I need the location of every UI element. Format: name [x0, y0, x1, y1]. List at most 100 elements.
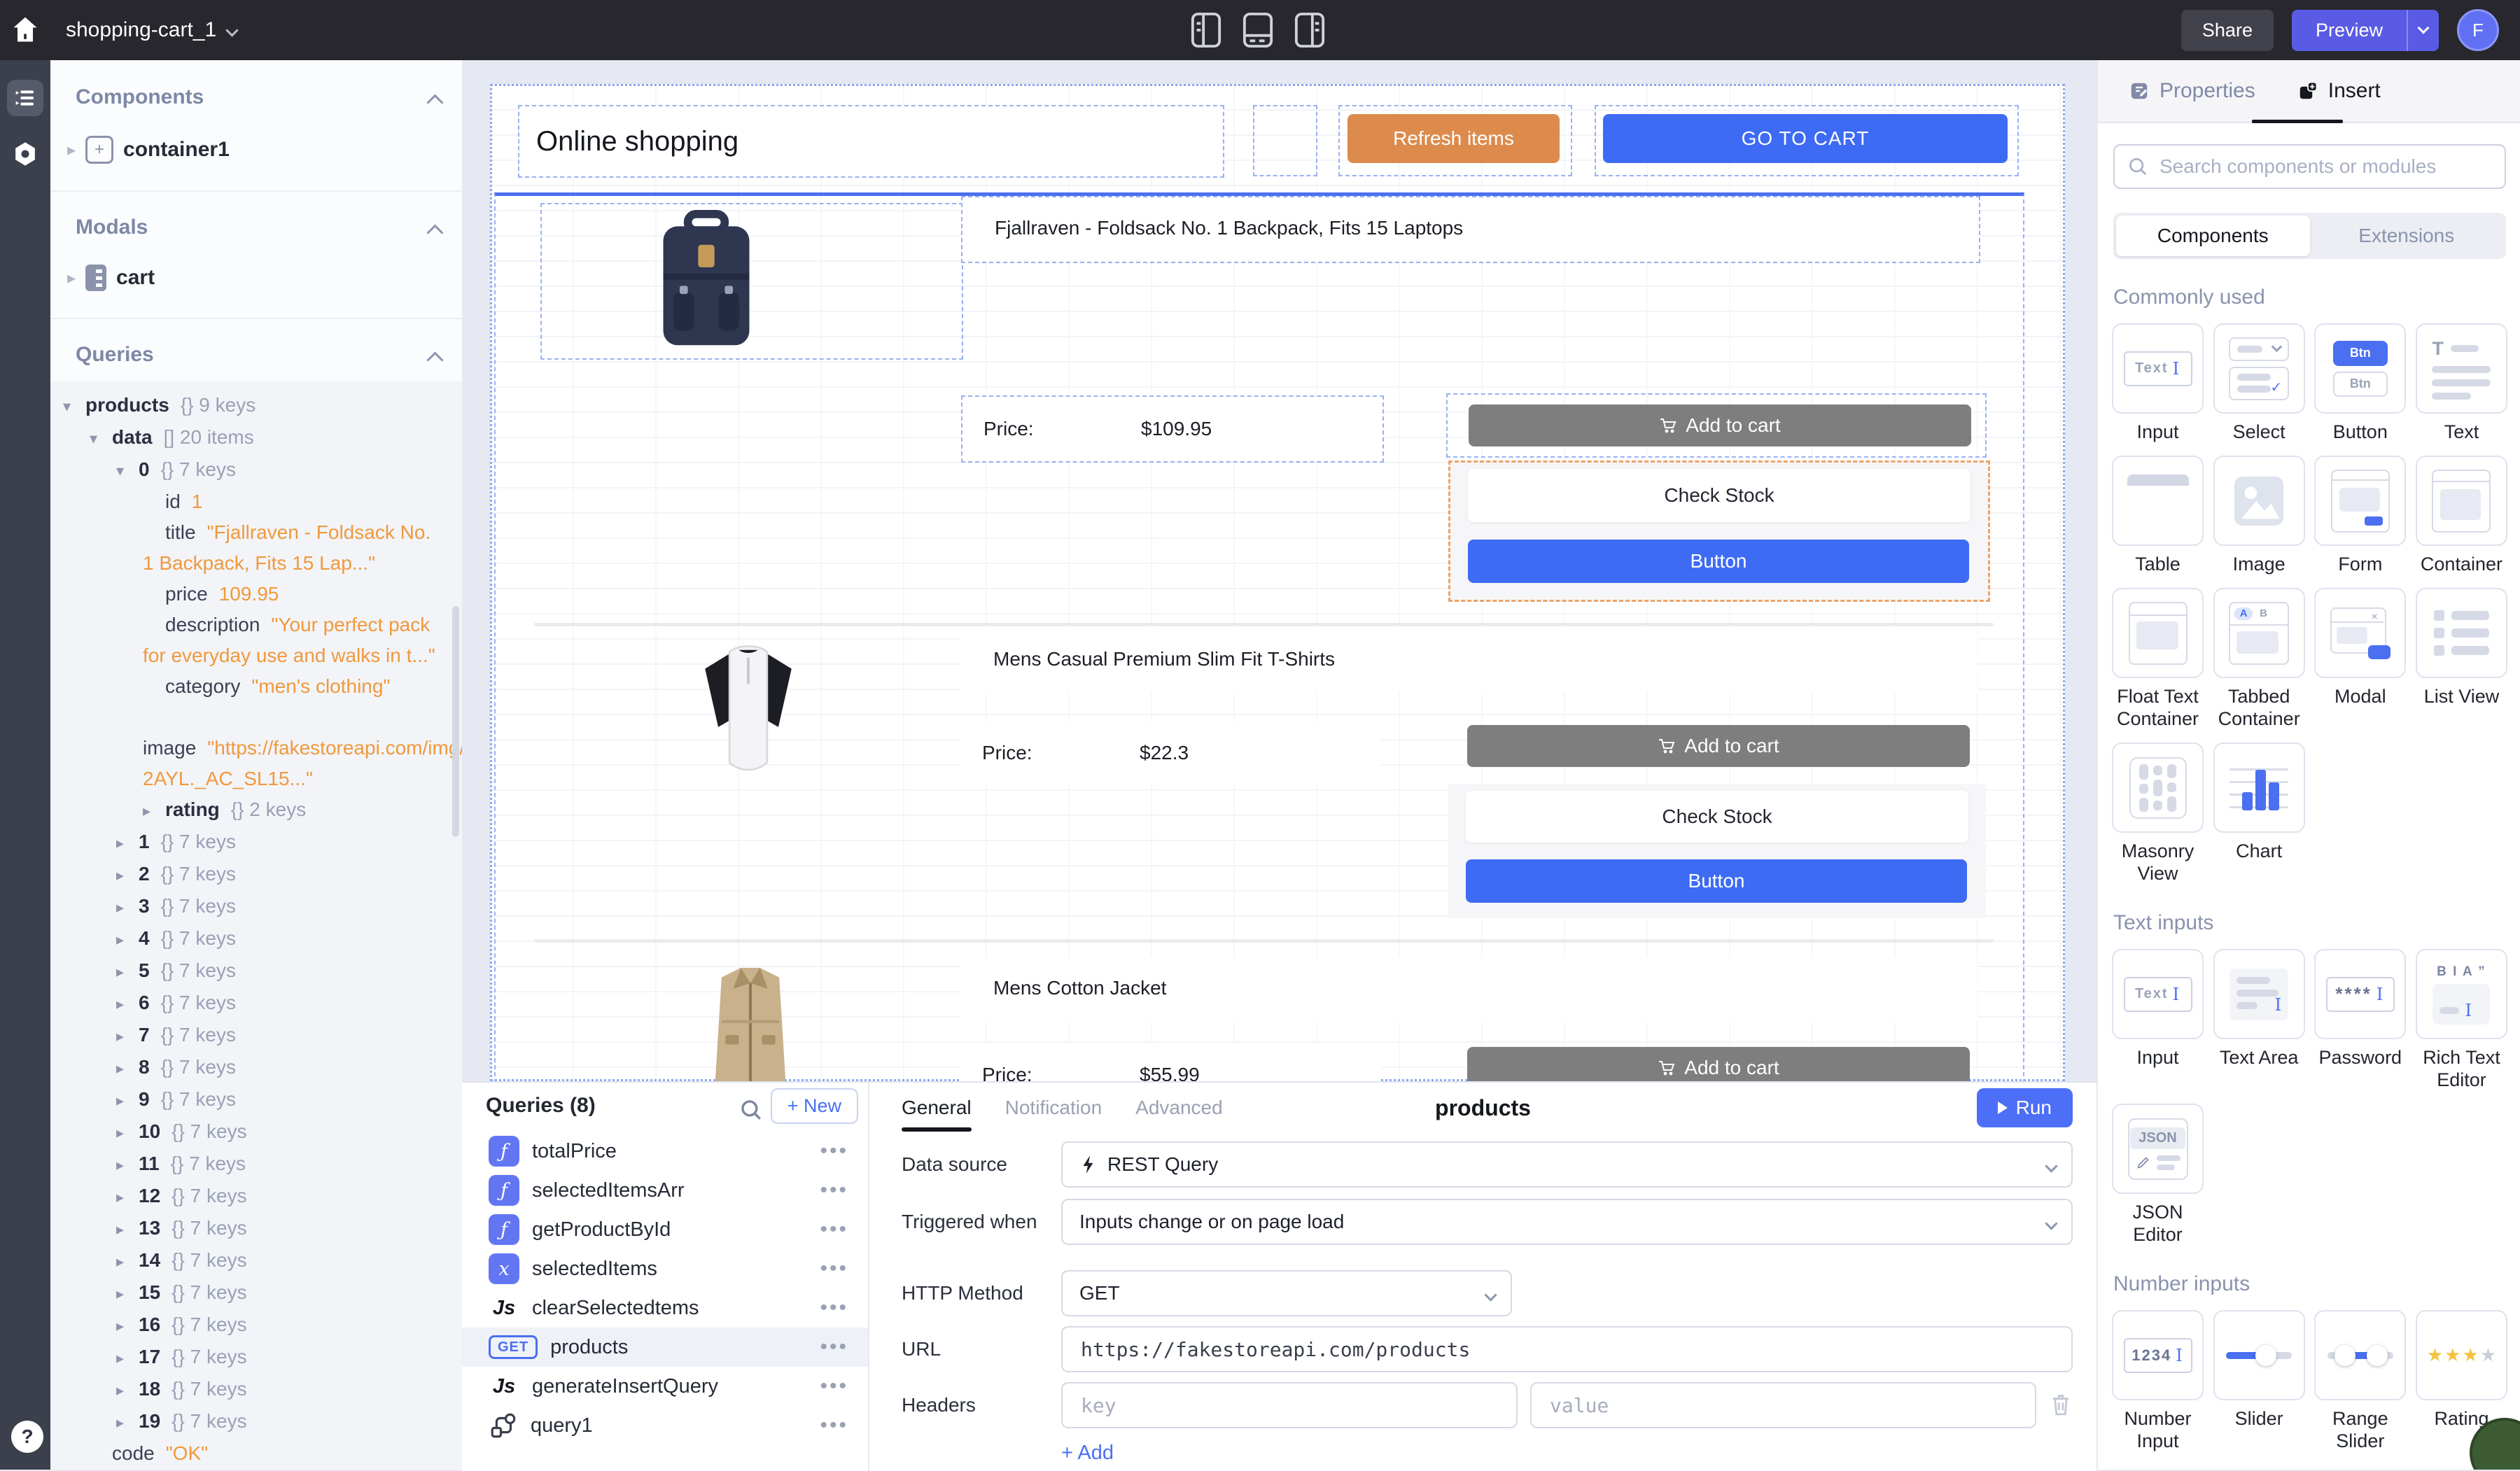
refresh-items-button[interactable]: Refresh items [1348, 114, 1560, 163]
share-button[interactable]: Share [2181, 10, 2274, 51]
query-menu-icon[interactable]: ••• [820, 1374, 848, 1398]
component-card[interactable]: A B Tabbed Container [2215, 588, 2304, 730]
component-card[interactable]: Range Slider [2316, 1310, 2404, 1452]
tree-caret-icon[interactable]: ▸ [116, 924, 139, 955]
json-tree-row[interactable]: title"Fjallraven - Foldsack No. 1 Backpa… [50, 517, 462, 579]
query-menu-icon[interactable]: ••• [820, 1335, 848, 1359]
tab-general[interactable]: General [902, 1097, 972, 1119]
component-card[interactable]: Chart [2215, 742, 2304, 885]
json-tree-row[interactable]: ▸9{} 7 keys [50, 1084, 462, 1116]
check-stock-button[interactable]: Check Stock [1466, 791, 1968, 843]
json-tree-row[interactable]: ▸12{} 7 keys [50, 1181, 462, 1213]
query-menu-icon[interactable]: ••• [820, 1414, 848, 1437]
query-menu-icon[interactable]: ••• [820, 1218, 848, 1241]
tree-caret-icon[interactable]: ▸ [116, 1375, 139, 1406]
tree-caret-icon[interactable]: ▸ [116, 828, 139, 859]
url-input[interactable] [1079, 1337, 2054, 1362]
tree-caret-icon[interactable]: ▾ [90, 423, 112, 454]
product-price-widget[interactable]: Price: $55.99 [961, 1044, 1381, 1081]
header-value-input[interactable] [1548, 1393, 2018, 1418]
go-to-cart-button[interactable]: GO TO CART [1603, 114, 2008, 163]
toggle-bottom-panel-icon[interactable] [1242, 10, 1274, 50]
component-card[interactable]: Image [2215, 456, 2304, 575]
query-list-item[interactable]: ƒ getProductById ••• [462, 1210, 868, 1249]
cart-widget-frame[interactable]: GO TO CART [1595, 105, 2019, 176]
sidebar-scrollbar[interactable] [452, 606, 459, 837]
stock-widget-group-selected[interactable]: Check Stock Button [1448, 460, 1990, 602]
expand-caret-icon[interactable]: ▸ [67, 140, 76, 160]
component-search-input[interactable] [2158, 155, 2492, 178]
refresh-widget-frame[interactable]: Refresh items [1338, 105, 1572, 176]
json-tree-row[interactable]: ▸10{} 7 keys [50, 1116, 462, 1148]
tree-caret-icon[interactable]: ▸ [116, 1021, 139, 1052]
preview-dropdown-chevron-icon[interactable] [2407, 10, 2439, 51]
json-tree-row[interactable]: ▸16{} 7 keys [50, 1309, 462, 1342]
json-tree-row[interactable]: ▸7{} 7 keys [50, 1020, 462, 1052]
json-tree-row[interactable]: ▸8{} 7 keys [50, 1052, 462, 1084]
generic-button[interactable]: Button [1466, 859, 1967, 903]
component-card[interactable]: BtnBtn Button [2316, 323, 2404, 443]
product-price-widget[interactable]: Price: $22.3 [961, 722, 1381, 784]
json-tree-row[interactable]: ▸11{} 7 keys [50, 1148, 462, 1181]
http-method-select[interactable]: GET [1061, 1270, 1512, 1316]
title-text-widget[interactable]: Online shopping [518, 105, 1224, 178]
tree-caret-icon[interactable]: ▸ [116, 1182, 139, 1213]
json-tree-row[interactable]: ▸2{} 7 keys [50, 859, 462, 891]
add-to-cart-button[interactable]: Add to cart [1467, 725, 1970, 767]
tab-advanced[interactable]: Advanced [1135, 1097, 1223, 1119]
queries-section-header[interactable]: Queries [76, 343, 154, 367]
query-list-item[interactable]: ƒ totalPrice ••• [462, 1132, 868, 1171]
run-query-button[interactable]: Run [1977, 1088, 2073, 1127]
tab-notification[interactable]: Notification [1005, 1097, 1102, 1119]
component-card[interactable]: Float Text Container [2113, 588, 2202, 730]
component-card[interactable]: Form [2316, 456, 2404, 575]
sidebar-item-cart[interactable]: ▸ cart [67, 265, 155, 291]
delete-header-icon[interactable] [2049, 1392, 2073, 1417]
component-card[interactable]: ✓ Select [2215, 323, 2304, 443]
add-to-cart-button[interactable]: Add to cart [1467, 1047, 1970, 1081]
query-search-icon[interactable] [739, 1098, 763, 1122]
tree-caret-icon[interactable]: ▸ [116, 1150, 139, 1181]
tree-caret-icon[interactable]: ▸ [143, 796, 165, 826]
json-tree-row[interactable]: image"https://fakestoreapi.com/img/81fPK… [50, 702, 462, 794]
query-list-item[interactable]: ƒ selectedItemsArr ••• [462, 1171, 868, 1210]
json-tree-row[interactable]: ▸3{} 7 keys [50, 891, 462, 923]
json-tree-row[interactable]: ▾0{} 7 keys [50, 454, 462, 486]
app-menu-chevron-icon[interactable] [227, 20, 237, 40]
product-title-widget[interactable]: Mens Cotton Jacket [961, 957, 1977, 1022]
component-card[interactable]: TextI Input [2113, 323, 2202, 443]
json-tree-row[interactable]: category"men's clothing" [50, 671, 462, 702]
tree-caret-icon[interactable]: ▸ [116, 892, 139, 923]
json-tree-row[interactable]: id1 [50, 486, 462, 517]
component-card[interactable]: Masonry View [2113, 742, 2202, 885]
debugger-icon[interactable] [7, 136, 43, 172]
segment-extensions[interactable]: Extensions [2310, 216, 2504, 256]
product-price-widget[interactable]: Price: $109.95 [961, 395, 1384, 463]
stock-widget-group[interactable]: Check Stock Button [1448, 784, 1986, 918]
product-list-container[interactable]: Fjallraven - Foldsack No. 1 Backpack, Fi… [494, 192, 2024, 1081]
json-tree-row[interactable]: ▾data[] 20 items [50, 422, 462, 454]
json-tree-row[interactable]: ▸17{} 7 keys [50, 1342, 462, 1374]
tree-caret-icon[interactable]: ▸ [116, 1085, 139, 1116]
json-tree-row[interactable]: ▸13{} 7 keys [50, 1213, 462, 1245]
component-card[interactable]: Slider [2215, 1310, 2304, 1452]
trigger-select[interactable]: Inputs change or on page load [1061, 1199, 2073, 1245]
tab-insert[interactable]: Insert [2297, 79, 2381, 103]
component-card[interactable]: JSON JSON Editor [2113, 1104, 2202, 1246]
collapse-components-icon[interactable] [429, 91, 441, 112]
product-image-frame[interactable] [540, 203, 963, 360]
tree-caret-icon[interactable]: ▸ [116, 1118, 139, 1148]
product-title-widget[interactable]: Mens Casual Premium Slim Fit T-Shirts [961, 628, 1977, 693]
component-card[interactable]: × Modal [2316, 588, 2404, 730]
tree-caret-icon[interactable]: ▸ [116, 1407, 139, 1438]
json-tree-row[interactable]: ▾products{} 9 keys [50, 390, 462, 422]
help-icon[interactable]: ? [11, 1421, 43, 1453]
components-section-header[interactable]: Components [76, 85, 204, 109]
app-canvas[interactable]: Online shopping Refresh items GO TO CART [490, 84, 2065, 1081]
tab-properties[interactable]: Properties [2129, 79, 2255, 103]
tree-caret-icon[interactable]: ▾ [63, 391, 85, 422]
tree-caret-icon[interactable]: ▸ [116, 957, 139, 987]
tree-caret-icon[interactable]: ▸ [116, 1246, 139, 1277]
component-card[interactable]: Table [2113, 456, 2202, 575]
empty-widget-slot[interactable] [1253, 105, 1317, 176]
